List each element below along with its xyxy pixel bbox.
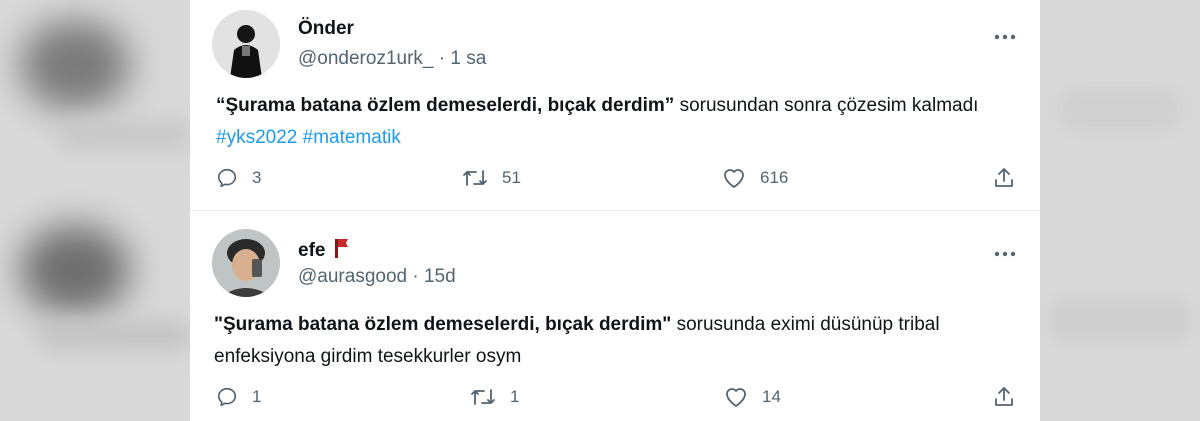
separator-dot: · — [438, 48, 446, 69]
tweet-time[interactable]: 1 sa — [450, 48, 486, 69]
heart-icon — [726, 388, 746, 407]
hashtag-link[interactable]: #yks2022 — [216, 127, 297, 148]
share-button[interactable] — [992, 385, 1016, 409]
tweet-feed: Önder @onderoz1urk_ · 1 sa “Şurama batan… — [190, 0, 1040, 421]
avatar[interactable] — [212, 229, 280, 297]
retweet-count: 51 — [502, 168, 521, 187]
tweet-text: "Şurama batana özlem demeselerdi, bıçak … — [214, 309, 1014, 373]
hashtag-link[interactable]: #matematik — [303, 127, 401, 148]
tweet[interactable]: Önder @onderoz1urk_ · 1 sa “Şurama batan… — [190, 0, 1040, 211]
reply-count: 3 — [252, 168, 262, 187]
user-handle[interactable]: @onderoz1urk_ — [298, 48, 433, 69]
blurred-background-right — [1040, 0, 1200, 421]
more-options-icon[interactable] — [994, 245, 1016, 257]
tweet[interactable]: efe @aurasgood · 15d "Şurama batana özle… — [190, 211, 1040, 421]
more-options-icon[interactable] — [994, 28, 1016, 40]
display-name[interactable]: Önder — [298, 18, 354, 40]
share-icon — [995, 168, 1013, 187]
share-icon — [995, 387, 1013, 406]
like-button[interactable]: 14 — [724, 386, 781, 408]
reply-button[interactable]: 1 — [216, 386, 261, 408]
separator-dot: · — [412, 266, 419, 287]
like-count: 14 — [762, 387, 781, 406]
avatar[interactable] — [212, 10, 280, 78]
tweet-text: “Şurama batana özlem demeselerdi, bıçak … — [216, 90, 1016, 154]
reply-count: 1 — [252, 387, 262, 406]
retweet-button[interactable]: 51 — [462, 167, 521, 189]
reply-icon — [217, 168, 237, 188]
quote-bold: "Şurama batana özlem demeselerdi, bıçak … — [214, 314, 672, 335]
user-handle[interactable]: @aurasgood — [298, 266, 407, 287]
heart-icon — [724, 169, 744, 188]
handle-line: @onderoz1urk_ · 1 sa — [298, 48, 486, 70]
display-name-line: efe — [298, 238, 349, 262]
like-count: 616 — [760, 168, 789, 187]
blurred-background-left — [0, 0, 190, 421]
quote-bold: “Şurama batana özlem demeselerdi, bıçak … — [216, 95, 675, 116]
retweet-button[interactable]: 1 — [470, 386, 519, 408]
tweet-time[interactable]: 15d — [424, 266, 456, 287]
tweet-text-rest: sorusundan sonra çözesim kalmadı — [674, 95, 979, 116]
red-flag-emoji — [334, 239, 348, 258]
reply-icon — [217, 387, 237, 407]
retweet-icon — [463, 170, 487, 186]
share-button[interactable] — [992, 166, 1016, 190]
display-name[interactable]: efe — [298, 240, 325, 261]
like-button[interactable]: 616 — [722, 167, 788, 189]
handle-line: @aurasgood · 15d — [298, 266, 456, 288]
reply-button[interactable]: 3 — [216, 167, 261, 189]
retweet-count: 1 — [510, 387, 520, 406]
retweet-icon — [471, 389, 495, 405]
